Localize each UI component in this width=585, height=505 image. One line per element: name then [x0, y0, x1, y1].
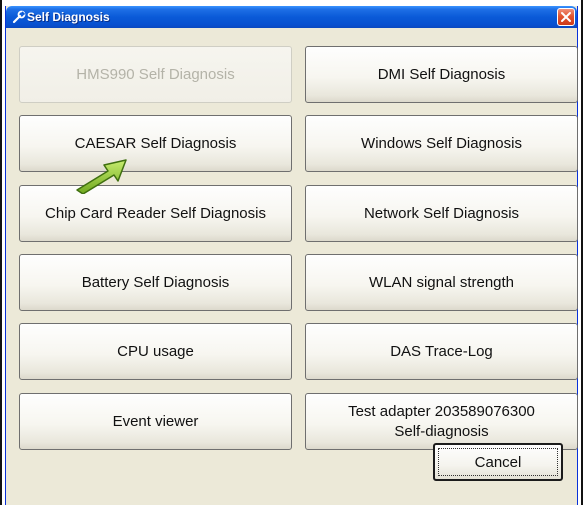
- chip-card-reader-self-diagnosis-button[interactable]: Chip Card Reader Self Diagnosis: [19, 185, 292, 242]
- cpu-usage-button[interactable]: CPU usage: [19, 323, 292, 380]
- close-icon: [561, 12, 571, 22]
- das-trace-log-button[interactable]: DAS Trace-Log: [305, 323, 578, 380]
- test-adapter-self-diagnosis-button[interactable]: Test adapter 203589076300 Self-diagnosis: [305, 393, 578, 450]
- self-diagnosis-dialog: Self Diagnosis HMS990 Self Diagnosis CAE…: [5, 6, 578, 505]
- network-self-diagnosis-button[interactable]: Network Self Diagnosis: [305, 185, 578, 242]
- dmi-self-diagnosis-button[interactable]: DMI Self Diagnosis: [305, 46, 578, 103]
- close-button[interactable]: [557, 8, 575, 26]
- hms990-self-diagnosis-button[interactable]: HMS990 Self Diagnosis: [19, 46, 292, 103]
- focus-rectangle: [438, 448, 558, 476]
- windows-self-diagnosis-button[interactable]: Windows Self Diagnosis: [305, 115, 578, 172]
- wrench-icon: [11, 9, 27, 25]
- right-frame-border: [581, 0, 583, 505]
- left-frame-border: [0, 0, 2, 505]
- green-arrow-icon: [76, 159, 127, 194]
- caesar-self-diagnosis-button[interactable]: CAESAR Self Diagnosis: [19, 115, 292, 172]
- battery-self-diagnosis-button[interactable]: Battery Self Diagnosis: [19, 254, 292, 311]
- title-bar[interactable]: Self Diagnosis: [6, 6, 577, 28]
- cancel-button[interactable]: Cancel: [433, 443, 563, 481]
- wlan-signal-strength-button[interactable]: WLAN signal strength: [305, 254, 578, 311]
- window-title: Self Diagnosis: [27, 10, 110, 24]
- event-viewer-button[interactable]: Event viewer: [19, 393, 292, 450]
